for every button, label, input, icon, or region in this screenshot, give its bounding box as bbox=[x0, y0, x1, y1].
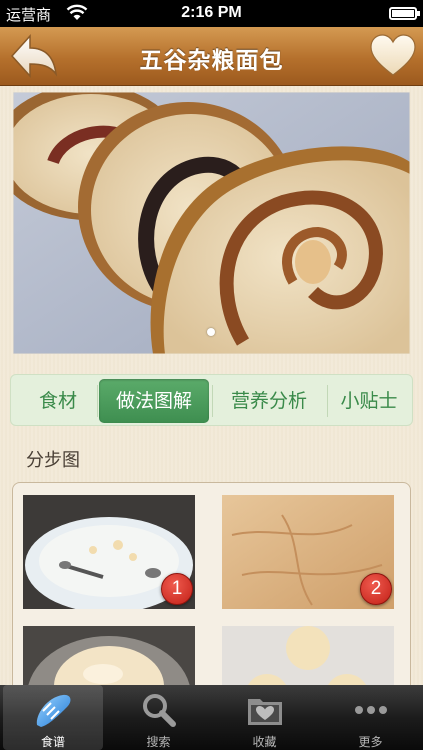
steps-grid: 1 2 bbox=[12, 482, 411, 685]
bottom-tab-search[interactable]: 搜索 bbox=[106, 685, 211, 750]
bottom-tab-label: 搜索 bbox=[146, 735, 171, 749]
heart-icon bbox=[370, 34, 416, 76]
bottom-tab-bar: 食谱 搜索 收藏 更多 bbox=[0, 685, 423, 750]
tab-tips[interactable]: 小贴士 bbox=[329, 379, 409, 423]
navigation-bar: 五谷杂粮面包 bbox=[0, 27, 423, 86]
bottom-tab-label: 更多 bbox=[358, 735, 383, 749]
hero-photo-carousel[interactable] bbox=[13, 92, 410, 354]
bottom-tab-favorites[interactable]: 收藏 bbox=[212, 685, 317, 750]
bottom-tab-more[interactable]: 更多 bbox=[318, 685, 423, 750]
step-number-badge: 1 bbox=[161, 573, 193, 605]
step-image-3[interactable] bbox=[23, 626, 195, 685]
bottom-tab-recipes[interactable]: 食谱 bbox=[3, 685, 103, 750]
recipe-content[interactable]: 食材 做法图解 营养分析 小贴士 分步图 1 2 bbox=[0, 86, 423, 685]
bread-icon bbox=[36, 694, 71, 727]
bread-photo bbox=[13, 92, 410, 354]
battery-icon bbox=[389, 7, 420, 20]
bottom-tab-label: 食谱 bbox=[40, 735, 65, 749]
tab-divider bbox=[212, 385, 213, 417]
page-indicator-dot bbox=[207, 328, 215, 336]
tab-ingredients[interactable]: 食材 bbox=[19, 379, 97, 423]
tab-divider bbox=[327, 385, 328, 417]
tab-divider bbox=[97, 385, 98, 417]
step-image-2[interactable]: 2 bbox=[222, 495, 394, 609]
step-image-4[interactable] bbox=[222, 626, 394, 685]
step-photo bbox=[222, 626, 394, 685]
recipe-tabs: 食材 做法图解 营养分析 小贴士 bbox=[10, 374, 413, 426]
favorite-button[interactable] bbox=[369, 33, 417, 79]
clock: 2:16 PM bbox=[181, 4, 242, 21]
step-image-1[interactable]: 1 bbox=[23, 495, 195, 609]
magnifier-icon bbox=[142, 694, 176, 727]
section-title: 分步图 bbox=[26, 450, 80, 471]
step-photo bbox=[23, 626, 195, 685]
tab-steps[interactable]: 做法图解 bbox=[99, 379, 209, 423]
bottom-tab-label: 收藏 bbox=[252, 735, 277, 749]
status-bar: 运营商 2:16 PM bbox=[0, 0, 423, 27]
page-title: 五谷杂粮面包 bbox=[139, 48, 284, 74]
more-dots-icon bbox=[354, 706, 387, 714]
heart-folder-icon bbox=[247, 699, 282, 725]
tab-nutrition[interactable]: 营养分析 bbox=[214, 379, 324, 423]
step-number-badge: 2 bbox=[360, 573, 392, 605]
